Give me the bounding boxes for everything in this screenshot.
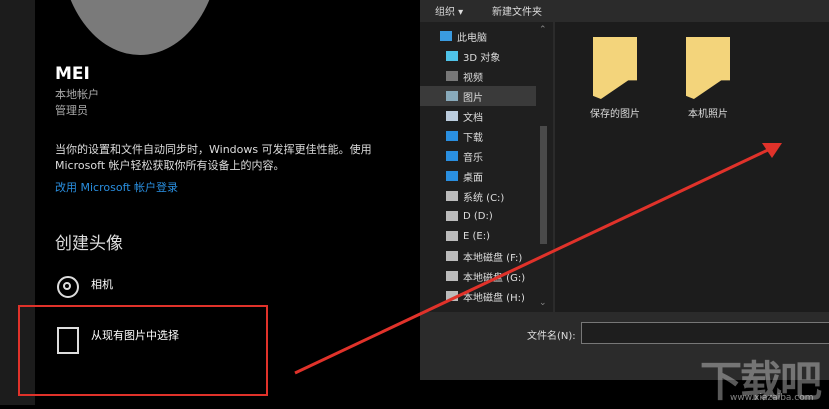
account-role: 管理员 [55,104,88,117]
nav-item[interactable]: 下载 [420,126,536,146]
cube-icon [446,51,458,61]
nav-item-label: 3D 对象 [463,52,501,64]
drive-icon [446,271,458,281]
music-icon [446,151,458,161]
folder-label: 本机照片 [688,109,728,120]
nav-item-label: 本地磁盘 (F:) [463,252,523,264]
file-open-dialog: 组织 ▾ 新建文件夹 ⌃ ⌄ 此电脑 3D 对象视频图片文档下载音乐桌面系统 (C… [420,0,829,380]
desktop-icon [446,171,458,181]
file-list: 保存的图片 本机照片 [555,22,829,312]
dialog-toolbar: 组织 ▾ 新建文件夹 [420,0,829,20]
folder-icon [593,37,637,99]
drive-icon [446,291,458,301]
create-avatar-heading: 创建头像 [55,234,123,254]
nav-item-label: E (E:) [463,230,490,242]
nav-item[interactable]: 3D 对象 [420,46,536,66]
user-name: MEI [55,64,90,84]
pictures-icon [446,91,458,101]
scroll-down-icon[interactable]: ⌄ [539,298,547,308]
nav-item-label: D (D:) [463,210,493,222]
camera-label: 相机 [91,278,113,291]
nav-item[interactable]: 本地磁盘 (H:) [420,286,536,306]
sync-description: 当你的设置和文件自动同步时，Windows 可发挥更佳性能。使用 Microso… [55,143,372,172]
nav-scrollbar[interactable]: ⌃ ⌄ [537,22,551,312]
camera-option[interactable]: 相机 [57,276,113,298]
camera-icon [57,276,79,298]
nav-item-label: 此电脑 [457,32,487,44]
nav-item[interactable]: 图片 [420,86,536,106]
nav-item-label: 桌面 [463,172,483,184]
nav-item[interactable]: 桌面 [420,166,536,186]
nav-item[interactable]: 文档 [420,106,536,126]
nav-item-label: 视频 [463,72,483,84]
nav-item[interactable]: 音乐 [420,146,536,166]
filename-label: 文件名(N): [527,331,576,342]
folder-icon [686,37,730,99]
filename-input[interactable] [581,322,829,344]
folder-item[interactable]: 本机照片 [668,37,748,120]
scroll-up-icon[interactable]: ⌃ [539,25,547,35]
nav-item-label: 文档 [463,112,483,124]
microsoft-signin-link[interactable]: 改用 Microsoft 帐户登录 [55,179,178,195]
folder-label: 保存的图片 [590,109,640,120]
drive-icon [446,191,458,201]
document-icon [446,111,458,121]
nav-item-label: 图片 [463,92,483,104]
nav-item[interactable]: 此电脑 [420,26,536,46]
nav-item-label: 本地磁盘 (G:) [463,272,526,284]
avatar [60,0,220,55]
organize-button[interactable]: 组织 ▾ [435,3,463,18]
download-icon [446,131,458,141]
nav-item[interactable]: 视频 [420,66,536,86]
drive-icon [446,231,458,241]
video-icon [446,71,458,81]
nav-item[interactable]: D (D:) [420,206,536,226]
nav-item-label: 系统 (C:) [463,192,505,204]
nav-item[interactable]: 系统 (C:) [420,186,536,206]
nav-item-label: 本地磁盘 (H:) [463,292,525,304]
folder-item[interactable]: 保存的图片 [575,37,655,120]
nav-item-label: 下载 [463,132,483,144]
drive-icon [446,211,458,221]
drive-icon [446,251,458,261]
navigation-pane: ⌃ ⌄ 此电脑 3D 对象视频图片文档下载音乐桌面系统 (C:) D (D:) E (… [420,22,553,312]
computer-icon [440,31,452,41]
account-type: 本地帐户 [55,88,99,101]
nav-item[interactable]: 本地磁盘 (F:) [420,246,536,266]
scrollbar-thumb[interactable] [540,126,547,244]
nav-item[interactable]: 本地磁盘 (G:) [420,266,536,286]
highlight-box [18,305,268,396]
nav-item[interactable]: E (E:) [420,226,536,246]
nav-item-label: 音乐 [463,152,483,164]
watermark-url: www.xiazaiba.com [730,393,814,403]
new-folder-button[interactable]: 新建文件夹 [492,3,542,18]
